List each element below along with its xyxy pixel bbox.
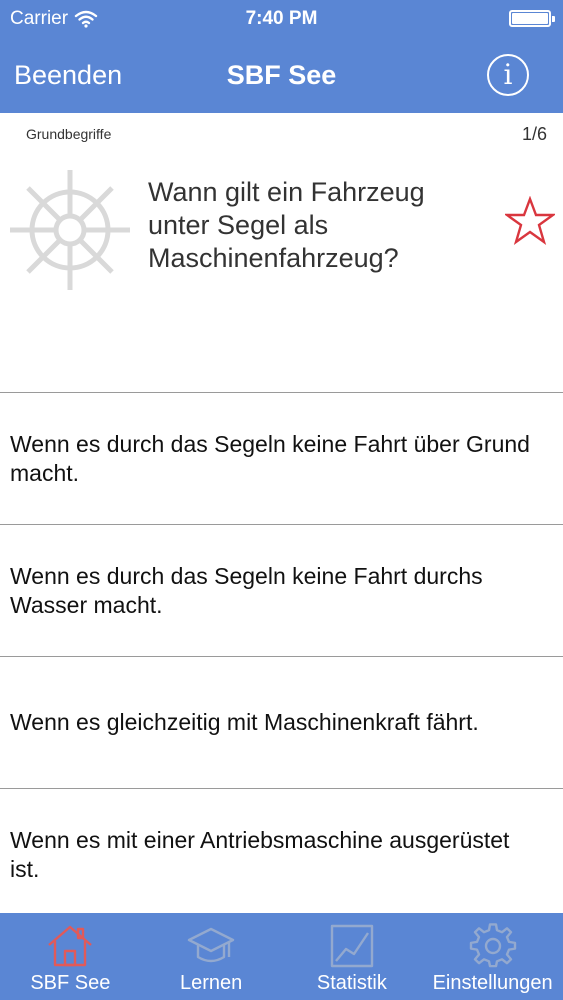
tab-statistik[interactable]: Statistik: [282, 913, 423, 1000]
tab-label: Statistik: [316, 972, 387, 994]
tab-sbf-see[interactable]: SBF See: [0, 913, 141, 1000]
question-text: Wann gilt ein Fahrzeug unter Segel als M…: [148, 177, 425, 273]
header: Carrier 7:40 PM Beenden SBF See i: [0, 0, 563, 113]
graduation-cap-icon: [187, 927, 235, 963]
answer-option[interactable]: Wenn es mit einer Antriebsmaschine ausge…: [0, 788, 563, 920]
chart-icon: [330, 924, 374, 968]
gear-icon: [469, 923, 516, 968]
ship-wheel-icon: [10, 170, 130, 290]
tab-bar: SBF See Lernen Statistik Einstellungen: [0, 913, 563, 1000]
battery-icon: [509, 10, 555, 27]
tab-label: Einstellungen: [432, 972, 553, 994]
status-bar: Carrier 7:40 PM: [0, 0, 563, 38]
question-category: Grundbegriffe: [26, 126, 112, 142]
answer-list: Wenn es durch das Segeln keine Fahrt übe…: [0, 392, 563, 920]
tab-label: SBF See: [30, 972, 111, 994]
question-counter: 1/6: [521, 124, 547, 144]
navigation-bar: Beenden SBF See i: [0, 38, 563, 113]
tab-label: Lernen: [179, 972, 243, 994]
answer-option[interactable]: Wenn es durch das Segeln keine Fahrt übe…: [0, 392, 563, 524]
home-icon: [48, 925, 93, 967]
info-button[interactable]: i: [487, 54, 529, 96]
answer-option[interactable]: Wenn es gleichzeitig mit Maschinenkraft …: [0, 656, 563, 788]
tab-einstellungen[interactable]: Einstellungen: [422, 913, 563, 1000]
answer-option[interactable]: Wenn es durch das Segeln keine Fahrt dur…: [0, 524, 563, 656]
star-icon[interactable]: [505, 196, 555, 246]
status-time: 7:40 PM: [245, 8, 318, 29]
quit-button[interactable]: Beenden: [14, 60, 122, 91]
tab-lernen[interactable]: Lernen: [141, 913, 282, 1000]
